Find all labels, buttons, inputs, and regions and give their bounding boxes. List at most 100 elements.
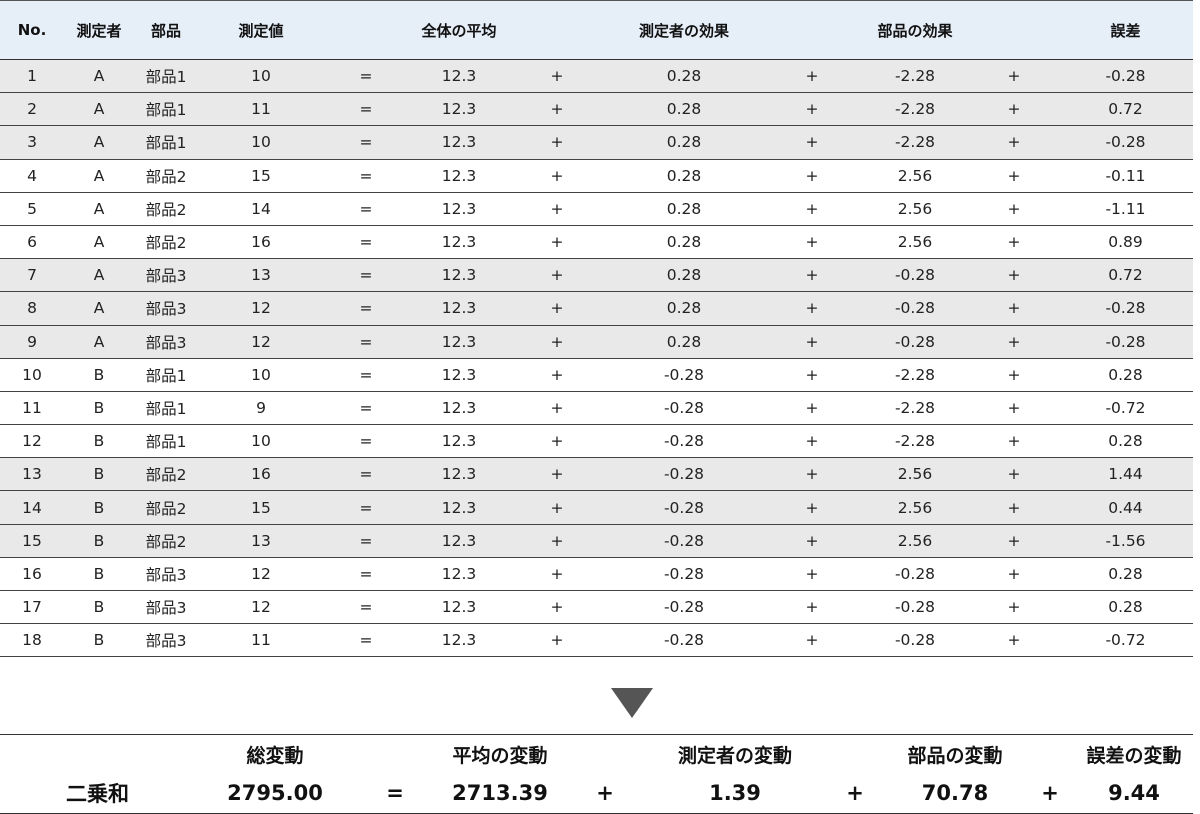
row-measurer: A [64,225,134,260]
row-part-effect: -2.28 [860,125,970,160]
table-row: 5 A 部品2 14 = 12.3 +0.28 +2.56 + -1.11 [0,192,1193,226]
header-measured-value: 測定値 [198,0,324,60]
row-plus-sign: + [510,159,604,193]
row-part-effect: 2.56 [860,457,970,492]
row-part: 部品3 [134,590,198,625]
row-equals-sign: = [324,258,408,293]
row-plus-sign: + [510,457,604,492]
table-row: 16 B 部品3 12 = 12.3 + -0.28 + -0.28 +0.28 [0,557,1193,592]
row-measured-value: 10 [198,424,324,459]
row-error: -0.28 [1058,59,1193,94]
row-plus-sign: + [970,457,1058,492]
row-plus-sign: + [510,59,604,94]
row-measurer-effect: 0.28 [604,92,764,127]
row-measurer-effect: 0.28 [604,59,764,94]
row-plus-sign: + [970,291,1058,326]
row-plus-sign: + [764,125,860,160]
header-spacer [764,0,860,60]
row-overall-mean: 12.3 [408,457,510,492]
row-overall-mean: 12.3 [408,59,510,94]
row-error: 1.44 [1058,457,1193,492]
row-equals-sign: = [324,325,408,359]
row-equals-sign: = [324,192,408,226]
summary-header-error: 誤差の変動 [1075,734,1193,773]
row-no: 1 [0,59,64,94]
row-measured-value: 12 [198,291,324,326]
row-equals-sign: = [324,92,408,127]
header-spacer [324,0,408,60]
row-measurer: A [64,59,134,94]
row-measurer: A [64,192,134,226]
row-measurer-effect: 0.28 [604,225,764,260]
header-measurer: 測定者 [64,0,134,60]
row-part: 部品1 [134,391,198,426]
summary-header-row: 総変動 平均の変動 測定者の変動 部品の変動 誤差の変動 [0,734,1193,773]
row-part: 部品3 [134,291,198,326]
row-part: 部品1 [134,424,198,459]
row-plus-sign: + [510,358,604,392]
summary-header-measurer: 測定者の変動 [645,734,825,773]
table-row: 7 A 部品3 13 = 12.3 +0.28 + -0.28 +0.72 [0,258,1193,293]
row-plus-sign: + [764,457,860,492]
row-plus-sign: + [510,590,604,625]
row-plus-sign: + [970,125,1058,160]
row-plus-sign: + [764,358,860,392]
summary-mean-value: 2713.39 [435,773,565,814]
row-equals-sign: = [324,623,408,658]
row-measured-value: 10 [198,59,324,94]
row-measured-value: 10 [198,125,324,160]
table-row: 2 A 部品1 11 = 12.3 +0.28 + -2.28 +0.72 [0,92,1193,127]
row-measurer: B [64,457,134,492]
summary-header-blank [1025,734,1075,773]
summary-total-value: 2795.00 [195,773,355,814]
row-plus-sign: + [510,490,604,525]
row-plus-sign: + [970,358,1058,392]
summary-plus-sign: + [565,773,645,814]
row-plus-sign: + [764,225,860,260]
row-no: 8 [0,291,64,326]
summary-plus-sign: + [825,773,885,814]
row-part-effect: -0.28 [860,291,970,326]
row-equals-sign: = [324,159,408,193]
row-part: 部品3 [134,258,198,293]
row-part-effect: 2.56 [860,225,970,260]
row-error: 0.72 [1058,92,1193,127]
row-part: 部品3 [134,557,198,592]
row-no: 15 [0,524,64,558]
row-overall-mean: 12.3 [408,92,510,127]
row-part: 部品2 [134,490,198,525]
table-row: 18 B 部品3 11 = 12.3 + -0.28 + -0.28 + -0.72 [0,623,1193,658]
row-plus-sign: + [970,159,1058,193]
row-no: 10 [0,358,64,392]
row-measurer-effect: -0.28 [604,623,764,658]
row-plus-sign: + [764,92,860,127]
row-error: -0.11 [1058,159,1193,193]
row-part: 部品3 [134,623,198,658]
row-error: 0.89 [1058,225,1193,260]
row-equals-sign: = [324,590,408,625]
row-part: 部品2 [134,225,198,260]
row-measured-value: 16 [198,457,324,492]
row-part-effect: -2.28 [860,391,970,426]
row-measurer: A [64,258,134,293]
row-part-effect: -0.28 [860,258,970,293]
row-measured-value: 13 [198,258,324,293]
row-measurer-effect: 0.28 [604,159,764,193]
row-equals-sign: = [324,490,408,525]
row-error: 0.28 [1058,590,1193,625]
row-measurer-effect: -0.28 [604,557,764,592]
row-plus-sign: + [970,424,1058,459]
row-error: -1.56 [1058,524,1193,558]
row-error: -0.28 [1058,325,1193,359]
summary-header-part: 部品の変動 [885,734,1025,773]
row-error: 0.72 [1058,258,1193,293]
row-part: 部品1 [134,59,198,94]
row-part-effect: -2.28 [860,424,970,459]
table-row: 1 A 部品1 10 = 12.3 +0.28 + -2.28 + -0.28 [0,59,1193,94]
row-no: 13 [0,457,64,492]
table-row: 9 A 部品3 12 = 12.3 +0.28 + -0.28 + -0.28 [0,325,1193,359]
row-plus-sign: + [764,590,860,625]
row-measurer: B [64,557,134,592]
summary-header-total: 総変動 [195,734,355,773]
table-row: 15 B 部品2 13 = 12.3 + -0.28 +2.56 + -1.56 [0,524,1193,558]
